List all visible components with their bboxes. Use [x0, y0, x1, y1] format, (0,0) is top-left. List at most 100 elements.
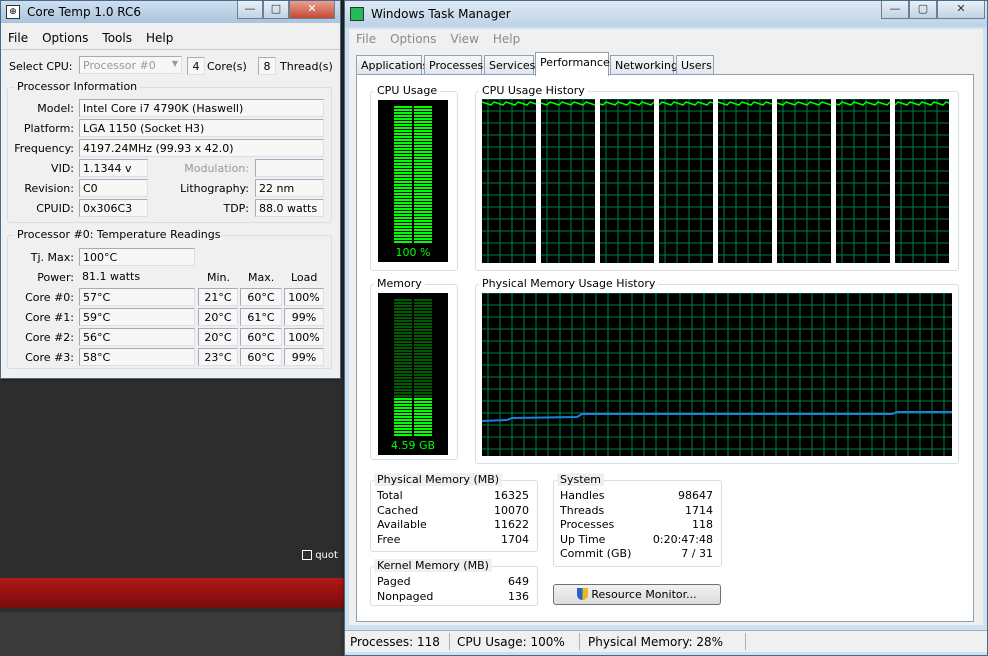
cpu-meter-segment [414, 187, 432, 189]
memory-meter-segment [414, 383, 432, 385]
tab-processes[interactable]: Processes [424, 55, 483, 75]
cores-count: 4 [187, 57, 205, 75]
menu-options[interactable]: Options [35, 28, 95, 45]
cpu-core-history-plot [776, 98, 832, 263]
close-button[interactable]: ✕ [289, 1, 335, 19]
memory-history-plot [481, 292, 952, 456]
memory-meter-segment [414, 362, 432, 364]
cpu-core-history-plot [481, 98, 537, 263]
cpu-meter-segment [394, 175, 412, 177]
memory-meter-segment [414, 359, 432, 361]
cpu-meter-segment [414, 136, 432, 138]
memory-meter-segment [394, 404, 412, 406]
menu-view[interactable]: View [443, 29, 485, 46]
tab-performance[interactable]: Performance [535, 52, 610, 76]
cpu-select-dropdown[interactable]: Processor #0 ▼ [79, 56, 182, 74]
taskmgr-window: Windows Task Manager — ▢ ✕ File Options Vi… [344, 0, 988, 656]
tab-services[interactable]: Services [484, 55, 535, 75]
stat-label: Processes [560, 518, 615, 531]
cpu-meter-segment [394, 208, 412, 210]
minimize-button[interactable]: — [237, 1, 263, 19]
memory-meter-segment [414, 314, 432, 316]
coretemp-titlebar[interactable]: ⊕ Core Temp 1.0 RC6 — □ ✕ [1, 1, 340, 23]
revision-label: Revision: [24, 182, 74, 195]
cpu-meter-segment [414, 160, 432, 162]
cpu-history-graphs [481, 98, 952, 263]
memory-meter-segment [394, 299, 412, 301]
stat-label: Available [377, 518, 427, 531]
cpu-meter-segment [414, 241, 432, 243]
cpu-meter-segment [414, 154, 432, 156]
background-lower-panel [0, 612, 345, 656]
core-load: 99% [284, 348, 324, 366]
cpu-core-history-graph [540, 98, 596, 263]
taskmgr-titlebar[interactable]: Windows Task Manager — ▢ ✕ [345, 1, 987, 27]
cpu-meter-segment [414, 127, 432, 129]
core-label: Core #3: [25, 351, 74, 364]
menu-help[interactable]: Help [139, 28, 180, 45]
cpu-core-history-graph [481, 98, 537, 263]
memory-meter-segment [394, 335, 412, 337]
memory-meter-segment [414, 353, 432, 355]
memory-meter-segment [394, 308, 412, 310]
maximize-button[interactable]: ▢ [909, 1, 937, 19]
cpu-usage-line [599, 101, 655, 106]
menu-help[interactable]: Help [486, 29, 527, 46]
temperature-title: Processor #0: Temperature Readings [14, 228, 224, 241]
cpu-meter-segment [414, 151, 432, 153]
taskmgr-title: Windows Task Manager [371, 7, 511, 21]
maximize-button[interactable]: □ [263, 1, 289, 19]
stat-row: Total 16325 [377, 489, 529, 504]
tab-users[interactable]: Users [676, 55, 714, 75]
threads-count: 8 [258, 57, 276, 75]
memory-meter-segment [414, 404, 432, 406]
cpu-meter-segment [394, 238, 412, 240]
cpu-meter-segment [394, 199, 412, 201]
menu-file[interactable]: File [349, 29, 383, 46]
memory-meter-segment [394, 431, 412, 433]
cpu-usage-line [717, 101, 773, 106]
memory-meter-segment [394, 377, 412, 379]
cpu-core-history-graph [894, 98, 950, 263]
memory-meter-segment [394, 392, 412, 394]
stat-value: 136 [508, 590, 529, 603]
menu-file[interactable]: File [1, 28, 35, 45]
cpu-meter-segment [414, 124, 432, 126]
tab-applications[interactable]: Applications [356, 55, 428, 75]
cpu-meter-segment [394, 232, 412, 234]
core-temp: 57°C [79, 288, 195, 306]
cpuid-label: CPUID: [36, 202, 74, 215]
menu-options[interactable]: Options [383, 29, 443, 46]
cpu-core-history-graph [658, 98, 714, 263]
cpu-meter-segment [414, 235, 432, 237]
cpu-meter-segment [414, 145, 432, 147]
minimize-button[interactable]: — [881, 1, 909, 19]
quot-item[interactable]: quot [302, 550, 342, 566]
coretemp-app-icon: ⊕ [6, 5, 20, 19]
stat-label: Paged [377, 575, 411, 588]
system-title: System [557, 473, 605, 486]
stat-row: Handles 98647 [560, 489, 713, 504]
memory-meter-segment [414, 377, 432, 379]
cpu-meter-segment [394, 133, 412, 135]
memory-meter-segment [414, 389, 432, 391]
physical-memory-title: Physical Memory (MB) [374, 473, 503, 486]
cpuid-value: 0x306C3 [79, 199, 148, 217]
cpu-meter-segment [414, 226, 432, 228]
cpu-meter-segment [394, 181, 412, 183]
cpu-meter-segment [414, 202, 432, 204]
cpu-meter-segment [394, 178, 412, 180]
cpu-meter-segment [414, 175, 432, 177]
resource-monitor-button[interactable]: Resource Monitor... [553, 584, 721, 605]
cpu-meter-segment [394, 205, 412, 207]
close-button[interactable]: ✕ [937, 1, 985, 19]
memory-meter-segment [394, 374, 412, 376]
lithography-label: Lithography: [180, 182, 249, 195]
cpu-meter-segment [394, 211, 412, 213]
cpu-meter-segment [414, 169, 432, 171]
cpu-meter-segment [414, 118, 432, 120]
memory-meter-segment [414, 344, 432, 346]
tab-networking[interactable]: Networking [610, 55, 678, 75]
menu-tools[interactable]: Tools [95, 28, 139, 45]
memory-meter-segment [394, 389, 412, 391]
